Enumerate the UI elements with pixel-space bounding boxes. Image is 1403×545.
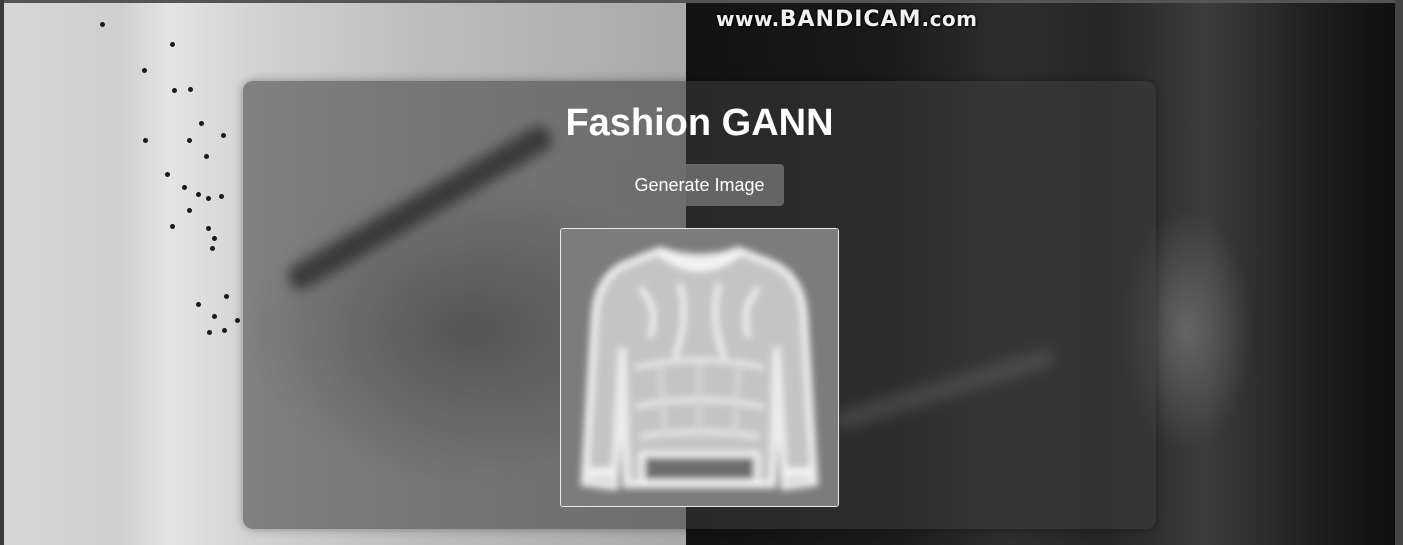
background-speck (224, 294, 229, 299)
screen: www.BANDICAM.com Fashion GANN Generate I… (0, 0, 1403, 545)
background-speck (143, 138, 148, 143)
sweater-icon (561, 229, 838, 506)
background-speck (182, 185, 187, 190)
background-speck (206, 196, 211, 201)
watermark-brand: BANDICAM (779, 7, 922, 32)
page-title: Fashion GANN (565, 102, 834, 144)
background-speck (206, 226, 211, 231)
background-speck (100, 22, 105, 27)
generated-image (560, 228, 839, 507)
background-speck (221, 133, 226, 138)
background-speck (212, 236, 217, 241)
background-speck (210, 246, 215, 251)
recorder-watermark: www.BANDICAM.com (716, 7, 978, 32)
background-speck (187, 208, 192, 213)
window-top-border (0, 0, 1403, 3)
background-speck (187, 138, 192, 143)
generator-card: Fashion GANN Generate Image (243, 81, 1156, 529)
background-speck (235, 318, 240, 323)
window-right-border (1395, 0, 1403, 545)
background-speck (212, 314, 217, 319)
background-speck (170, 224, 175, 229)
background-speck (142, 68, 147, 73)
generate-image-button[interactable]: Generate Image (615, 164, 784, 206)
background-speck (207, 330, 212, 335)
background-speck (165, 172, 170, 177)
background-speck (219, 194, 224, 199)
background-speck (204, 154, 209, 159)
background-speck (188, 87, 193, 92)
background-speck (170, 42, 175, 47)
background-speck (196, 302, 201, 307)
background-speck (199, 121, 204, 126)
background-speck (222, 328, 227, 333)
window-left-border (0, 0, 4, 545)
watermark-prefix: www. (716, 7, 780, 31)
background-speck (196, 192, 201, 197)
background-speck (172, 88, 177, 93)
watermark-suffix: .com (921, 7, 978, 31)
